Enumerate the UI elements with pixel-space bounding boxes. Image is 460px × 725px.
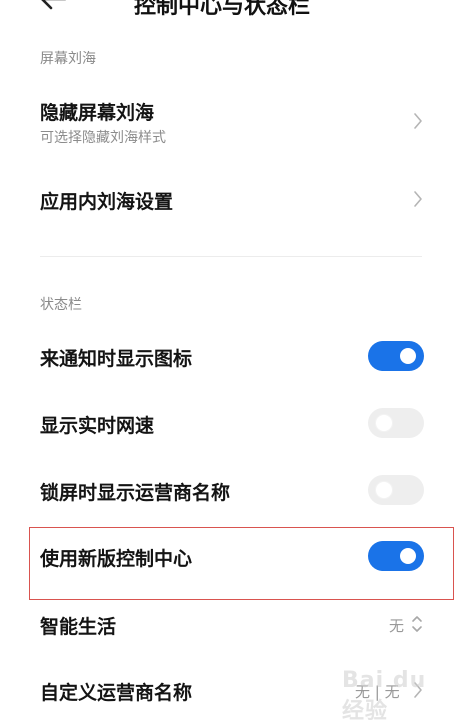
in-app-notch-title: 应用内刘海设置 [40, 191, 174, 213]
hide-notch-title: 隐藏屏幕刘海 [40, 102, 155, 124]
toggle-knob [376, 415, 392, 431]
section-divider [40, 256, 422, 257]
notif-icons-toggle[interactable] [368, 341, 424, 371]
smart-life-value: 无 [389, 617, 405, 635]
section-label-status-bar: 状态栏 [40, 297, 82, 313]
net-speed-toggle[interactable] [368, 408, 424, 438]
top-bar: 控制中心与状态栏 [0, 0, 460, 19]
section-label-notch: 屏幕刘海 [40, 51, 96, 67]
toggle-knob [376, 482, 392, 498]
carrier-name-title: 自定义运营商名称 [40, 682, 193, 704]
row-carrier-lock[interactable]: 锁屏时显示运营商名称 [0, 472, 460, 508]
toggle-knob [400, 548, 416, 564]
net-speed-title: 显示实时网速 [40, 415, 155, 437]
baidu-watermark: Bai du 经验 [336, 654, 446, 724]
notif-icons-title: 来通知时显示图标 [40, 348, 193, 370]
chevron-right-icon [414, 113, 422, 129]
smart-life-title: 智能生活 [40, 616, 117, 638]
row-net-speed[interactable]: 显示实时网速 [0, 405, 460, 441]
row-new-control-center[interactable]: 使用新版控制中心 [0, 538, 460, 574]
carrier-lock-title: 锁屏时显示运营商名称 [40, 482, 231, 504]
toggle-knob [400, 348, 416, 364]
hide-notch-subtitle: 可选择隐藏刘海样式 [40, 130, 166, 146]
page-title: 控制中心与状态栏 [134, 0, 311, 19]
back-arrow-icon[interactable] [38, 0, 68, 12]
new-control-center-title: 使用新版控制中心 [40, 548, 193, 570]
chevron-up-down-icon [412, 616, 422, 632]
row-hide-notch[interactable]: 隐藏屏幕刘海 可选择隐藏刘海样式 [0, 94, 460, 154]
watermark-text: Bai du 经验 [342, 668, 427, 724]
chevron-right-icon [414, 191, 422, 207]
row-notif-icons[interactable]: 来通知时显示图标 [0, 338, 460, 374]
new-control-center-toggle[interactable] [368, 541, 424, 571]
carrier-lock-toggle[interactable] [368, 475, 424, 505]
row-smart-life[interactable]: 智能生活 无 [0, 606, 460, 642]
row-in-app-notch[interactable]: 应用内刘海设置 [0, 183, 460, 223]
